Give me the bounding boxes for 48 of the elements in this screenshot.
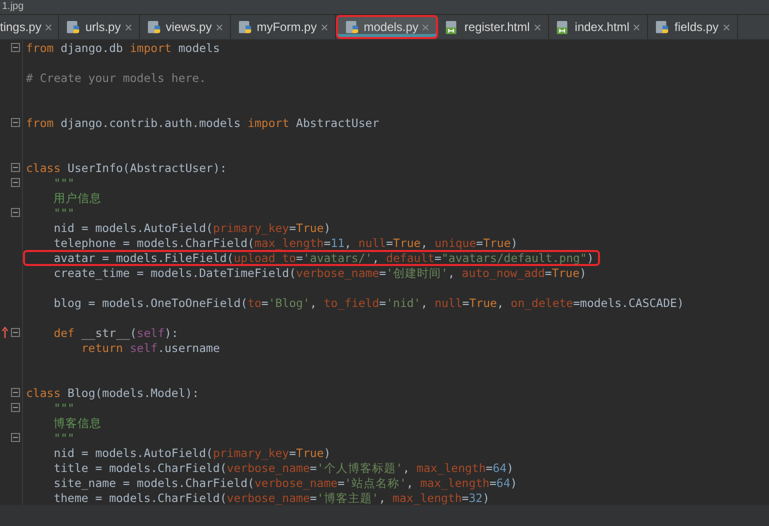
fold-icon[interactable] [11,178,20,187]
fold-icon[interactable] [11,433,20,442]
close-icon[interactable] [633,24,640,30]
close-icon[interactable] [124,24,132,30]
code-line: site_name = models.CharField(verbose_name='站点名称', max_length=64) [52,475,518,490]
code-line: from django.contrib.auth.models import AbstractUser [25,114,380,130]
close-icon[interactable] [320,24,328,30]
fold-icon[interactable] [11,43,20,52]
python-file-icon [146,20,162,34]
code-line: """ [52,204,76,220]
python-file-icon [238,20,253,34]
python-file-icon [344,20,360,34]
code-line: class UserInfo(AbstractUser): [25,160,228,176]
code-line: """ [52,400,76,416]
code-line: 用户信息 [52,190,103,206]
close-icon[interactable] [45,24,52,30]
editor-tab[interactable]: tings.py [0,15,60,39]
editor-tab[interactable]: myForm.py [230,15,336,39]
override-arrow-icon[interactable] [2,327,8,338]
code-line: 博客信息 [52,414,103,430]
code-line: nid = models.AutoField(primary_key=True) [52,220,332,236]
code-line: title = models.CharField(verbose_name='个人博客标题', max_length=64) [52,460,515,476]
fold-icon[interactable] [11,388,20,397]
fold-icon[interactable] [11,328,20,337]
python-file-icon [655,20,670,34]
code-line: """ [52,430,76,446]
close-icon[interactable] [722,24,730,30]
code-line: from django.db import models [25,40,221,56]
code-line: """ [52,174,76,190]
close-icon[interactable] [216,24,223,30]
code-line: nid = models.AutoField(primary_key=True) [52,444,332,460]
code-line: create_time = models.DateTimeField(verbose_name='创建时间', auto_now_add=True) [52,265,588,280]
code-line: blog = models.OneToOneField(to='Blog', to_field='nid', null=True, on_delete=models.CASCADE) [52,294,685,310]
editor-tab[interactable]: models.py [336,15,438,39]
breadcrumb-text: 1.jpg [2,1,24,13]
code-line: telephone = models.CharField(max_length=11, null=True, unique=True) [52,235,519,250]
code-line: class Blog(models.Model): [25,384,200,400]
code-line: def __str__(self): [52,324,180,340]
code-line: theme = models.CharField(verbose_name='博客主题', max_length=32) [52,490,491,506]
editor-tab[interactable]: views.py [140,15,231,39]
close-icon[interactable] [534,24,541,30]
code-line: # Create your models here. [25,70,208,86]
fold-icon[interactable] [11,208,20,217]
fold-icon[interactable] [11,403,20,412]
code-line: return self.username [80,340,221,356]
fold-icon[interactable] [11,118,20,127]
python-file-icon [66,20,82,34]
fold-icon[interactable] [11,163,20,172]
